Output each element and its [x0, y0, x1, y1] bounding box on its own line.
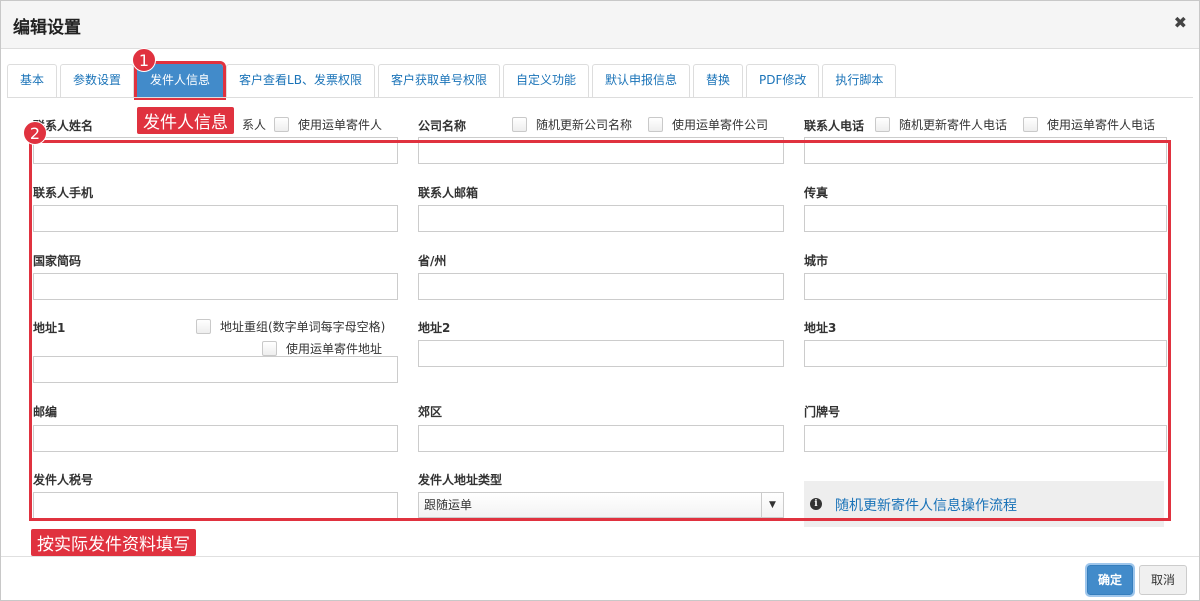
checkbox-box[interactable]: [875, 117, 890, 132]
close-icon[interactable]: ✖: [1174, 13, 1187, 32]
use-waybill-company-checkbox[interactable]: 使用运单寄件公司: [648, 116, 768, 133]
use-waybill-phone-checkbox[interactable]: 使用运单寄件人电话: [1023, 116, 1155, 133]
postcode-label: 邮编: [33, 405, 58, 419]
tab-pdf-edit[interactable]: PDF修改: [746, 64, 820, 97]
tab-customer-tracking-number[interactable]: 客户获取单号权限: [377, 64, 500, 97]
checkbox-label: 使用运单寄件人: [298, 118, 383, 132]
random-phone-checkbox[interactable]: 随机更新寄件人电话: [875, 116, 1007, 133]
checkbox-label: 地址重组(数字单词每字母空格): [220, 320, 386, 334]
address1-input[interactable]: [33, 356, 398, 383]
info-panel: i 随机更新寄件人信息操作流程: [804, 481, 1164, 527]
district-label: 郊区: [418, 405, 443, 419]
tab-custom-functions[interactable]: 自定义功能: [502, 64, 589, 97]
checkbox-box[interactable]: [648, 117, 663, 132]
phone-label: 联系人电话: [804, 119, 865, 133]
checkbox-box[interactable]: [1023, 117, 1038, 132]
checkbox-box[interactable]: [274, 117, 289, 132]
country-code-label: 国家简码: [33, 254, 82, 268]
random-company-checkbox[interactable]: 随机更新公司名称: [512, 116, 632, 133]
city-label: 城市: [804, 254, 829, 268]
annotation-badge-1: 1: [132, 48, 156, 72]
checkbox-label: 使用运单寄件人电话: [1047, 118, 1156, 132]
cancel-button[interactable]: 取消: [1139, 565, 1187, 595]
checkbox-label: 使用运单寄件公司: [672, 118, 769, 132]
tab-basic[interactable]: 基本: [7, 64, 58, 97]
address2-label: 地址2: [418, 321, 451, 335]
checkbox-label: 系人: [242, 118, 267, 132]
fax-input[interactable]: [804, 205, 1167, 232]
company-input[interactable]: [418, 137, 784, 164]
fax-label: 传真: [804, 186, 829, 200]
tab-customer-lb-invoice[interactable]: 客户查看LB、发票权限: [226, 64, 375, 97]
checkbox-box[interactable]: [512, 117, 527, 132]
annotation-label-2: 按实际发件资料填写: [31, 529, 196, 556]
tax-id-label: 发件人税号: [33, 473, 94, 487]
dialog-footer: [1, 556, 1199, 601]
checkbox-label: 使用运单寄件地址: [286, 342, 383, 356]
address-type-value: 跟随运单: [424, 498, 473, 512]
dialog-header: 编辑设置 ✖: [1, 1, 1199, 49]
province-label: 省/州: [418, 254, 447, 268]
address3-label: 地址3: [804, 321, 837, 335]
tab-default-declaration[interactable]: 默认申报信息: [592, 64, 691, 97]
annotation-label-1: 发件人信息: [137, 107, 234, 134]
checkbox-label: 随机更新公司名称: [536, 118, 633, 132]
tab-divider: [7, 97, 1193, 98]
edit-settings-dialog: 编辑设置 ✖ 基本 参数设置 发件人信息 客户查看LB、发票权限 客户获取单号权…: [0, 0, 1200, 601]
address2-input[interactable]: [418, 340, 784, 367]
house-number-label: 门牌号: [804, 405, 841, 419]
annotation-badge-2: 2: [23, 121, 47, 145]
mobile-label: 联系人手机: [33, 186, 94, 200]
tab-run-script[interactable]: 执行脚本: [822, 64, 897, 97]
random-update-guide-link[interactable]: 随机更新寄件人信息操作流程: [835, 495, 1017, 515]
checkbox-box[interactable]: [262, 341, 277, 356]
tax-id-input[interactable]: [33, 492, 398, 519]
company-label: 公司名称: [418, 119, 467, 133]
mobile-input[interactable]: [33, 205, 398, 232]
chevron-down-icon[interactable]: ▼: [761, 493, 783, 517]
address1-label: 地址1: [33, 321, 66, 335]
ok-button[interactable]: 确定: [1085, 563, 1135, 597]
house-number-input[interactable]: [804, 425, 1167, 452]
checkbox-label: 随机更新寄件人电话: [899, 118, 1008, 132]
district-input[interactable]: [418, 425, 784, 452]
dialog-title: 编辑设置: [13, 18, 81, 38]
tab-parameters[interactable]: 参数设置: [60, 64, 135, 97]
address-restructure-checkbox[interactable]: 地址重组(数字单词每字母空格): [196, 318, 385, 335]
contact-name-input[interactable]: [33, 137, 398, 164]
address3-input[interactable]: [804, 340, 1167, 367]
checkbox-box[interactable]: [196, 319, 211, 334]
phone-input[interactable]: [804, 137, 1167, 164]
use-waybill-address-checkbox[interactable]: 使用运单寄件地址: [262, 340, 382, 357]
country-code-input[interactable]: [33, 273, 398, 300]
city-input[interactable]: [804, 273, 1167, 300]
address-type-label: 发件人地址类型: [418, 473, 503, 487]
use-waybill-sender-checkbox[interactable]: 使用运单寄件人: [274, 116, 382, 133]
contact-name-checkbox-partial[interactable]: 系人: [242, 116, 266, 133]
email-input[interactable]: [418, 205, 784, 232]
tab-replace[interactable]: 替换: [693, 64, 744, 97]
email-label: 联系人邮箱: [418, 186, 479, 200]
address-type-select[interactable]: 跟随运单 ▼: [418, 492, 784, 518]
info-icon: i: [810, 498, 822, 510]
province-input[interactable]: [418, 273, 784, 300]
postcode-input[interactable]: [33, 425, 398, 452]
